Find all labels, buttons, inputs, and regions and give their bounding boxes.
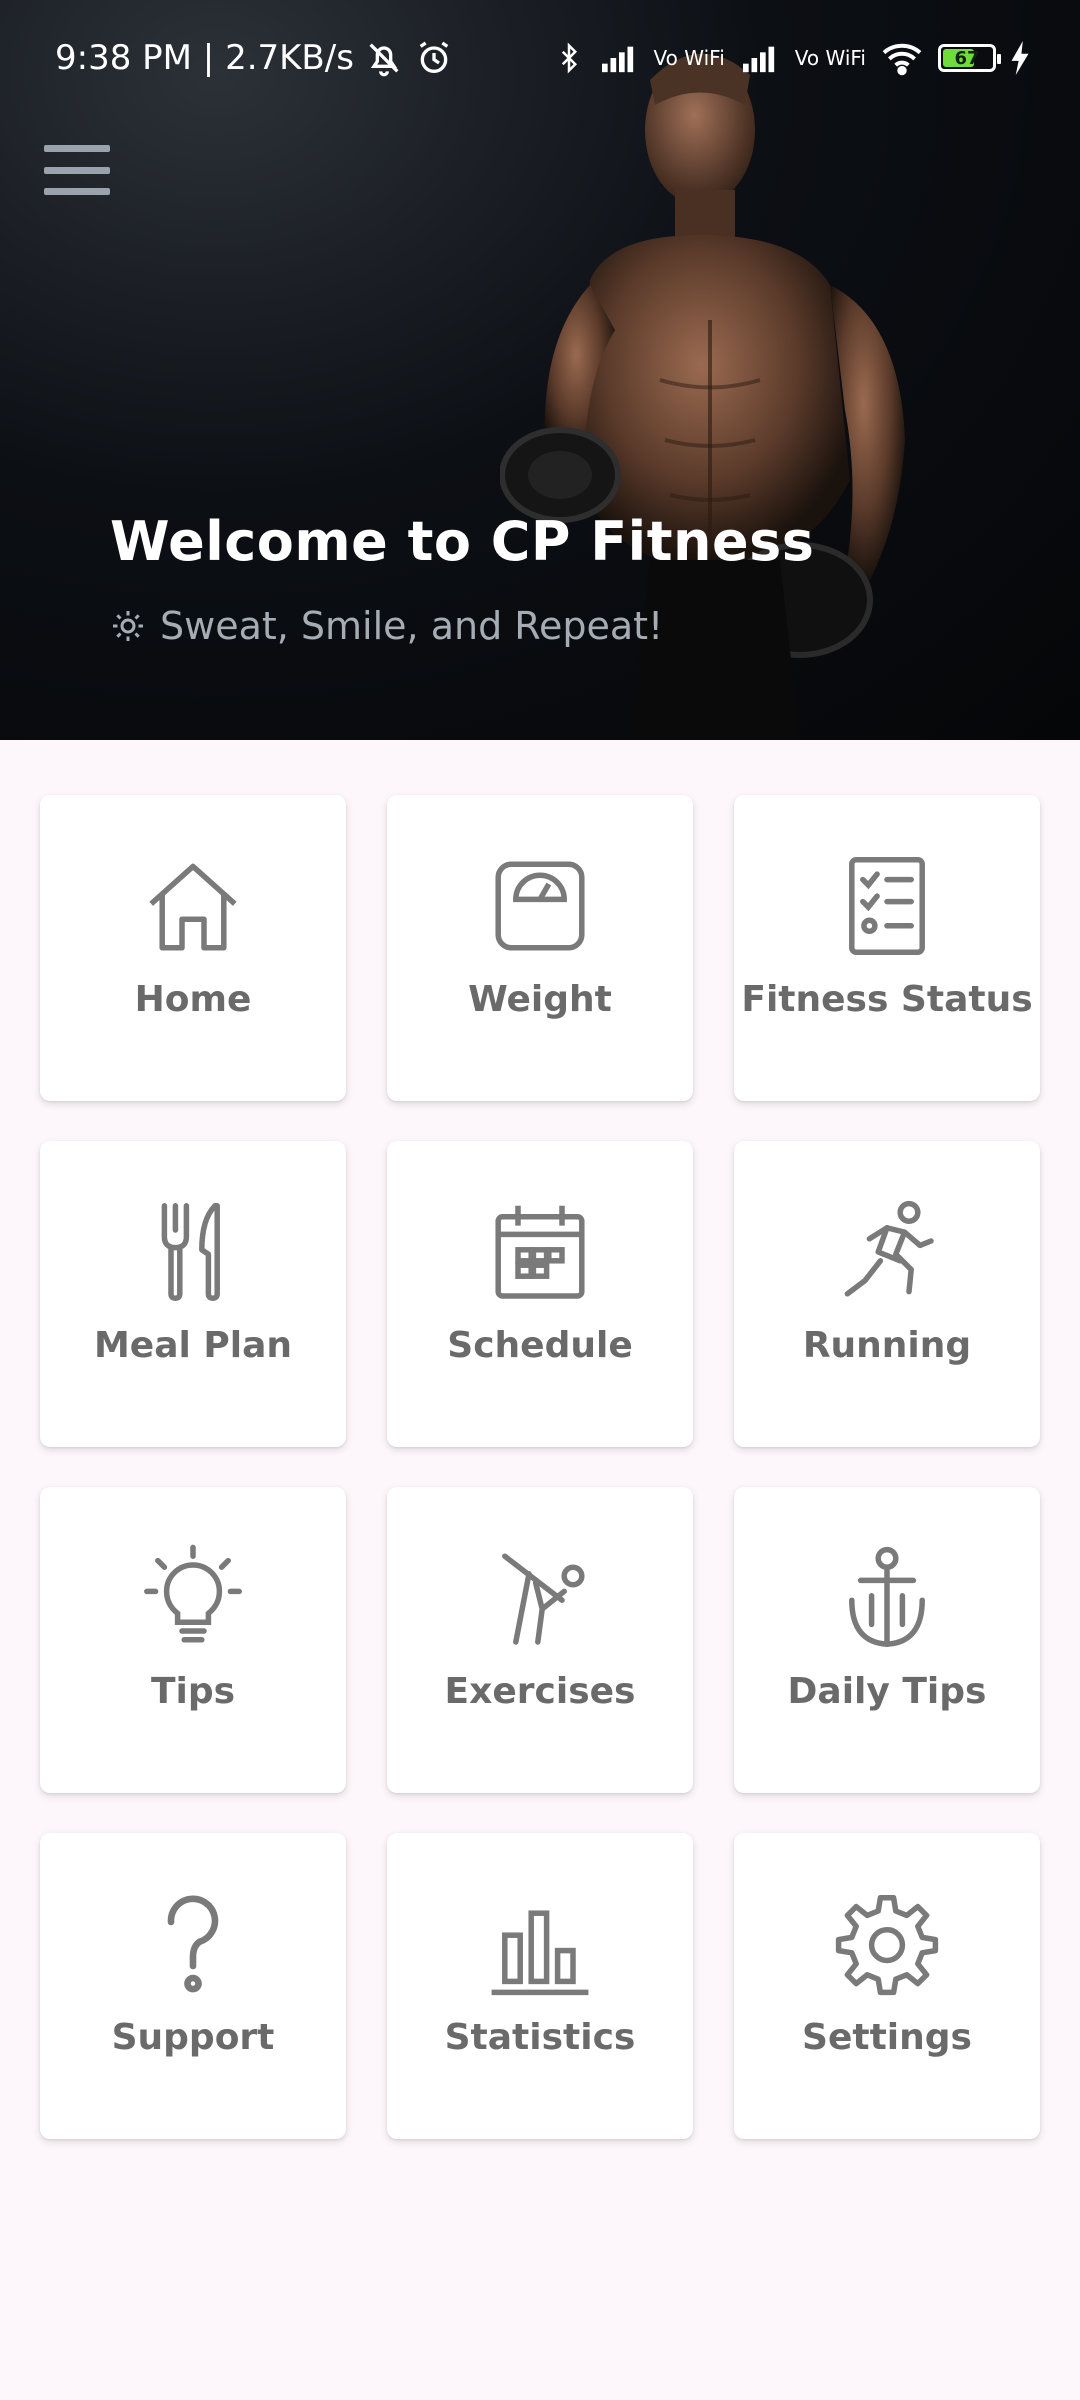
status-right: Vo WiFi Vo WiFi 67 xyxy=(554,38,1030,78)
cutlery-icon xyxy=(138,1197,248,1307)
tile-schedule[interactable]: Schedule xyxy=(387,1141,693,1447)
tile-fitness-status[interactable]: Fitness Status xyxy=(734,795,1040,1101)
checklist-icon xyxy=(832,851,942,961)
exercise-icon xyxy=(485,1543,595,1653)
hamburger-icon-bar xyxy=(44,188,110,195)
gear-icon xyxy=(113,611,143,641)
hamburger-icon-bar xyxy=(44,166,110,174)
battery-icon: 67 xyxy=(938,44,1001,72)
tagline: Sweat, Smile, and Repeat! xyxy=(110,604,663,648)
page-title: Welcome to CP Fitness xyxy=(110,510,815,573)
tile-support[interactable]: Support xyxy=(40,1833,346,2139)
status-time-speed: 9:38 PM | 2.7KB/s xyxy=(55,38,354,78)
home-icon xyxy=(138,851,248,961)
tile-weight[interactable]: Weight xyxy=(387,795,693,1101)
battery-level: 67 xyxy=(954,47,980,69)
tile-settings[interactable]: Settings xyxy=(734,1833,1040,2139)
mute-icon xyxy=(369,43,399,77)
scale-icon xyxy=(485,851,595,961)
tile-label: Meal Plan xyxy=(93,1325,293,1366)
bluetooth-icon xyxy=(561,42,577,74)
status-bar: 9:38 PM | 2.7KB/s Vo WiFi Vo WiFi 67 xyxy=(0,0,1080,120)
tile-tips[interactable]: Tips xyxy=(40,1487,346,1793)
status-left: 9:38 PM | 2.7KB/s xyxy=(55,38,454,78)
tagline-text: Sweat, Smile, and Repeat! xyxy=(160,604,664,648)
gear-icon xyxy=(832,1889,942,1999)
tile-label: Running xyxy=(802,1325,972,1366)
tile-label: Fitness Status xyxy=(741,979,1033,1020)
tile-daily-tips[interactable]: Daily Tips xyxy=(734,1487,1040,1793)
calendar-icon xyxy=(485,1197,595,1307)
tile-label: Tips xyxy=(150,1671,236,1712)
vowifi-label-2: Vo WiFi xyxy=(794,46,866,70)
signal-icon xyxy=(601,46,633,73)
tile-label: Settings xyxy=(802,2017,972,2058)
tile-home[interactable]: Home xyxy=(40,795,346,1101)
anchor-icon xyxy=(832,1543,942,1653)
tile-exercises[interactable]: Exercises xyxy=(387,1487,693,1793)
wifi-icon xyxy=(882,43,922,76)
runner-icon xyxy=(832,1197,942,1307)
vowifi-label-1: Vo WiFi xyxy=(653,46,725,70)
question-icon xyxy=(138,1889,248,1999)
bar-chart-icon xyxy=(485,1889,595,1999)
hamburger-menu-button[interactable] xyxy=(44,145,110,195)
tile-label: Weight xyxy=(468,979,612,1020)
tile-label: Daily Tips xyxy=(787,1671,987,1712)
tile-label: Exercises xyxy=(444,1671,636,1712)
tile-label: Statistics xyxy=(444,2017,636,2058)
charging-icon xyxy=(1011,41,1029,75)
alarm-icon xyxy=(419,41,449,73)
hamburger-icon-bar xyxy=(44,145,110,152)
tile-label: Schedule xyxy=(447,1325,633,1366)
lightbulb-icon xyxy=(138,1543,248,1653)
tile-running[interactable]: Running xyxy=(734,1141,1040,1447)
feature-grid: Home Weight Fitness Status Meal Plan Sch… xyxy=(40,795,1040,2139)
signal-icon xyxy=(742,46,774,73)
tile-label: Support xyxy=(111,2017,275,2058)
tile-meal-plan[interactable]: Meal Plan xyxy=(40,1141,346,1447)
tile-statistics[interactable]: Statistics xyxy=(387,1833,693,2139)
tile-label: Home xyxy=(134,979,252,1020)
header-banner: 9:38 PM | 2.7KB/s Vo WiFi Vo WiFi 67 Wel… xyxy=(0,0,1080,740)
